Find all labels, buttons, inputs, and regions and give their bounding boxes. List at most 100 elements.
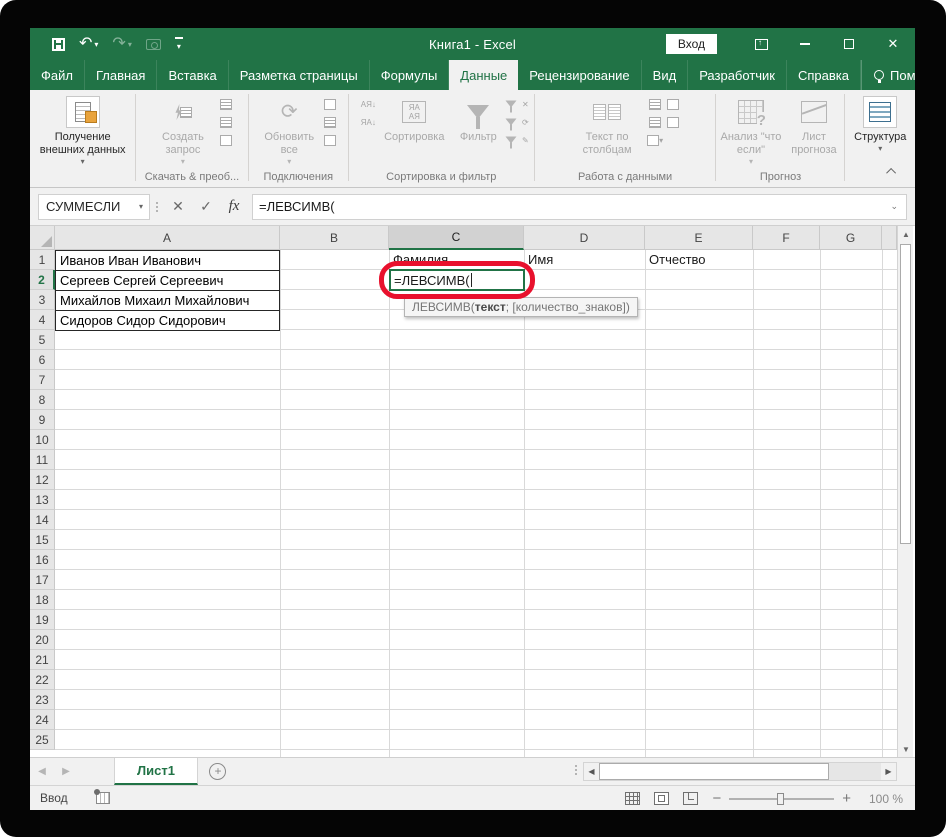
row-header-1[interactable]: 1 (30, 250, 55, 270)
remove-duplicates-icon[interactable] (647, 115, 663, 129)
grid-row[interactable] (55, 450, 897, 470)
zoom-slider[interactable] (729, 792, 835, 805)
text-to-columns-button[interactable]: Текст по столбцам (569, 93, 645, 157)
properties-icon[interactable] (322, 115, 338, 129)
data-validation-icon[interactable]: ▾ (647, 133, 663, 147)
row-header-20[interactable]: 20 (30, 630, 55, 650)
edit-cell-c2[interactable]: =ЛЕВСИМВ( (389, 269, 525, 291)
ribbon-tab-рецензирование[interactable]: Рецензирование (518, 60, 642, 90)
grid-row[interactable] (55, 710, 897, 730)
column-header-g[interactable]: G (820, 226, 882, 250)
ribbon-tab-файл[interactable]: Файл (30, 60, 85, 90)
scroll-left-icon[interactable]: ◀ (584, 763, 599, 780)
grid-row[interactable] (55, 490, 897, 510)
grid-row[interactable] (55, 570, 897, 590)
page-break-view-icon[interactable] (683, 792, 699, 805)
next-sheet-icon[interactable]: ▶ (54, 758, 78, 785)
insert-function-button[interactable]: fx (220, 194, 248, 220)
grid-row[interactable] (55, 730, 897, 750)
grid-row[interactable] (55, 470, 897, 490)
what-if-analysis-button[interactable]: Анализ "что если" ▾ (718, 93, 783, 166)
grid-row[interactable] (55, 410, 897, 430)
row-header-17[interactable]: 17 (30, 570, 55, 590)
forecast-sheet-button[interactable]: Лист прогноза (785, 93, 842, 157)
row-header-23[interactable]: 23 (30, 690, 55, 710)
horizontal-scrollbar[interactable]: ◀ ▶ (583, 762, 897, 781)
from-table-icon[interactable] (218, 115, 234, 129)
cell-a3[interactable]: Михайлов Михаил Михайлович (56, 291, 279, 311)
grid-row[interactable] (55, 430, 897, 450)
ribbon-display-options-icon[interactable] (739, 28, 783, 60)
column-header-c[interactable]: C (389, 226, 524, 250)
row-header-9[interactable]: 9 (30, 410, 55, 430)
vertical-scrollbar[interactable]: ▲ ▼ (897, 226, 913, 757)
sort-ascending-icon[interactable]: АЯ ↓ (360, 97, 376, 111)
normal-view-icon[interactable] (625, 792, 641, 805)
close-button[interactable]: ✕ (871, 28, 915, 60)
select-all-button[interactable] (30, 226, 55, 250)
ribbon-tab-главная[interactable]: Главная (85, 60, 158, 90)
connections-icon[interactable] (322, 97, 338, 111)
row-header-5[interactable]: 5 (30, 330, 55, 350)
horizontal-scroll-thumb[interactable] (599, 763, 829, 780)
ribbon-tab-формулы[interactable]: Формулы (370, 60, 450, 90)
zoom-level[interactable]: 100 % (865, 792, 903, 806)
column-header-e[interactable]: E (645, 226, 753, 250)
row-header-12[interactable]: 12 (30, 470, 55, 490)
recent-sources-icon[interactable] (218, 133, 234, 147)
grid-row[interactable] (55, 690, 897, 710)
row-header-22[interactable]: 22 (30, 670, 55, 690)
grid-row[interactable] (55, 650, 897, 670)
grid-row[interactable] (55, 370, 897, 390)
grid-row[interactable] (55, 390, 897, 410)
ribbon-tab-разметка-страницы[interactable]: Разметка страницы (229, 60, 370, 90)
sort-descending-icon[interactable]: ЯА ↓ (360, 115, 376, 129)
new-query-button[interactable]: Создать запрос ▾ (150, 93, 216, 166)
refresh-all-button[interactable]: ⟳ Обновить все ▾ (258, 93, 320, 166)
column-header-a[interactable]: A (55, 226, 280, 250)
zoom-in-icon[interactable]: + (842, 791, 851, 806)
column-header-b[interactable]: B (280, 226, 389, 250)
scrollbar-resize-handle[interactable] (575, 765, 577, 775)
grid-row[interactable] (55, 530, 897, 550)
row-header-14[interactable]: 14 (30, 510, 55, 530)
outline-button[interactable]: Структура ▾ (848, 93, 912, 153)
clear-filter-icon[interactable]: ✕ (505, 97, 529, 113)
row-header-6[interactable]: 6 (30, 350, 55, 370)
cell-a4[interactable]: Сидоров Сидор Сидорович (56, 311, 279, 331)
grid-row[interactable] (55, 350, 897, 370)
horizontal-scroll-track[interactable] (829, 763, 881, 780)
help-assistant-tab[interactable]: Помощн (861, 60, 915, 90)
row-header-21[interactable]: 21 (30, 650, 55, 670)
grid-row[interactable] (55, 630, 897, 650)
scroll-right-icon[interactable]: ▶ (881, 763, 896, 780)
row-header-18[interactable]: 18 (30, 590, 55, 610)
ribbon-tab-вид[interactable]: Вид (642, 60, 689, 90)
column-header-d[interactable]: D (524, 226, 645, 250)
advanced-filter-icon[interactable]: ✎ (505, 133, 529, 149)
row-header-25[interactable]: 25 (30, 730, 55, 750)
page-layout-view-icon[interactable] (654, 792, 670, 805)
sort-button[interactable]: ЯА АЯ Сортировка (378, 93, 450, 144)
name-box-dropdown-icon[interactable]: ▾ (139, 202, 143, 211)
row-header-24[interactable]: 24 (30, 710, 55, 730)
expand-formula-bar-icon[interactable]: ⌄ (890, 201, 898, 212)
vertical-scroll-thumb[interactable] (900, 244, 911, 544)
formula-input[interactable]: =ЛЕВСИМВ( ⌄ (252, 193, 907, 220)
cell-a1[interactable]: Иванов Иван Иванович (56, 251, 279, 271)
grid-row[interactable] (55, 590, 897, 610)
row-header-8[interactable]: 8 (30, 390, 55, 410)
zoom-slider-thumb[interactable] (777, 792, 785, 805)
column-header-f[interactable]: F (753, 226, 820, 250)
cell-e1[interactable]: Отчество (645, 250, 753, 270)
ribbon-tab-вставка[interactable]: Вставка (157, 60, 229, 90)
maximize-button[interactable] (827, 28, 871, 60)
consolidate-icon[interactable] (665, 97, 681, 111)
zoom-out-icon[interactable]: − (712, 791, 721, 806)
sheet-tab[interactable]: Лист1 (114, 758, 198, 785)
cell-d1[interactable]: Имя (524, 250, 645, 270)
row-header-13[interactable]: 13 (30, 490, 55, 510)
row-header-3[interactable]: 3 (30, 290, 55, 310)
row-header-19[interactable]: 19 (30, 610, 55, 630)
get-external-data-button[interactable]: Получение внешних данных ▾ (33, 93, 133, 166)
